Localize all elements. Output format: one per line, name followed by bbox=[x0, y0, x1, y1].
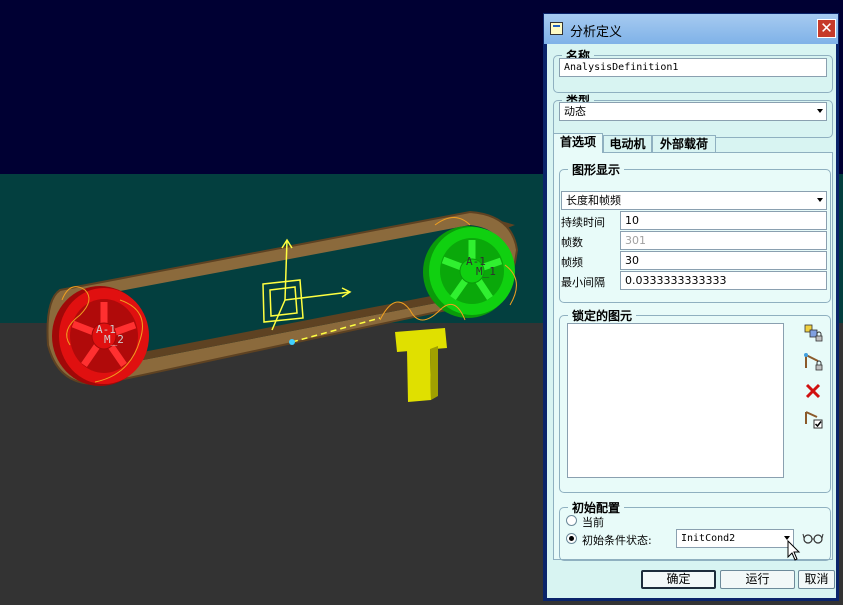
chevron-down-icon bbox=[817, 198, 823, 202]
type-select-value: 动态 bbox=[564, 105, 586, 118]
frame-count-label: 帧数 bbox=[561, 236, 583, 249]
graphics-mode-value: 长度和帧频 bbox=[566, 194, 621, 207]
radio-current-label: 当前 bbox=[582, 516, 604, 529]
duration-label: 持续时间 bbox=[561, 216, 605, 229]
app-icon bbox=[550, 22, 563, 35]
tab-external-loads[interactable]: 外部载荷 bbox=[652, 135, 716, 153]
analysis-definition-dialog: 分析定义 ✕ 名称 AnalysisDefinition1 类型 动态 首选项 … bbox=[543, 13, 839, 601]
dialog-title: 分析定义 bbox=[570, 25, 623, 40]
model-label-m2: M_2 bbox=[104, 333, 124, 346]
enable-check-icon[interactable] bbox=[802, 408, 824, 430]
cancel-button[interactable]: 取消 bbox=[798, 570, 835, 589]
select-connection-lock-icon[interactable] bbox=[802, 351, 824, 373]
glasses-icon[interactable] bbox=[802, 529, 824, 547]
delete-icon[interactable] bbox=[802, 380, 824, 402]
mouse-cursor-icon bbox=[787, 540, 801, 561]
graphics-mode-select[interactable]: 长度和帧频 bbox=[561, 191, 827, 210]
frame-rate-input[interactable]: 30 bbox=[620, 251, 827, 270]
radio-current[interactable] bbox=[566, 515, 577, 526]
ok-button[interactable]: 确定 bbox=[641, 570, 716, 589]
dialog-body: 名称 AnalysisDefinition1 类型 动态 首选项 电动机 外部载… bbox=[547, 44, 836, 598]
tab-motors[interactable]: 电动机 bbox=[603, 135, 652, 153]
select-body-lock-icon[interactable] bbox=[802, 322, 824, 344]
name-input[interactable]: AnalysisDefinition1 bbox=[559, 58, 827, 77]
tab-preferences[interactable]: 首选项 bbox=[553, 133, 603, 153]
pivot-marker bbox=[289, 339, 295, 345]
frame-rate-label: 帧频 bbox=[561, 256, 583, 269]
min-interval-label: 最小间隔 bbox=[561, 276, 605, 289]
frame-count-input: 301 bbox=[620, 231, 827, 250]
chevron-down-icon bbox=[817, 109, 823, 113]
dialog-titlebar[interactable]: 分析定义 ✕ bbox=[544, 14, 838, 44]
initial-state-select[interactable]: InitCond2 bbox=[676, 529, 794, 548]
type-select[interactable]: 动态 bbox=[559, 102, 827, 121]
model-label-m1: M_1 bbox=[476, 265, 496, 278]
locked-entities-legend: 锁定的图元 bbox=[572, 309, 633, 323]
initial-state-value: InitCond2 bbox=[681, 533, 736, 544]
run-button[interactable]: 运行 bbox=[720, 570, 795, 589]
close-icon[interactable]: ✕ bbox=[817, 19, 836, 38]
min-interval-input[interactable]: 0.0333333333333 bbox=[620, 271, 827, 290]
graphics-display-legend: 图形显示 bbox=[572, 163, 621, 177]
duration-input[interactable]: 10 bbox=[620, 211, 827, 230]
radio-initial-state-label: 初始条件状态: bbox=[582, 534, 652, 547]
radio-initial-state[interactable] bbox=[566, 533, 577, 544]
locked-entities-list[interactable] bbox=[567, 323, 784, 478]
